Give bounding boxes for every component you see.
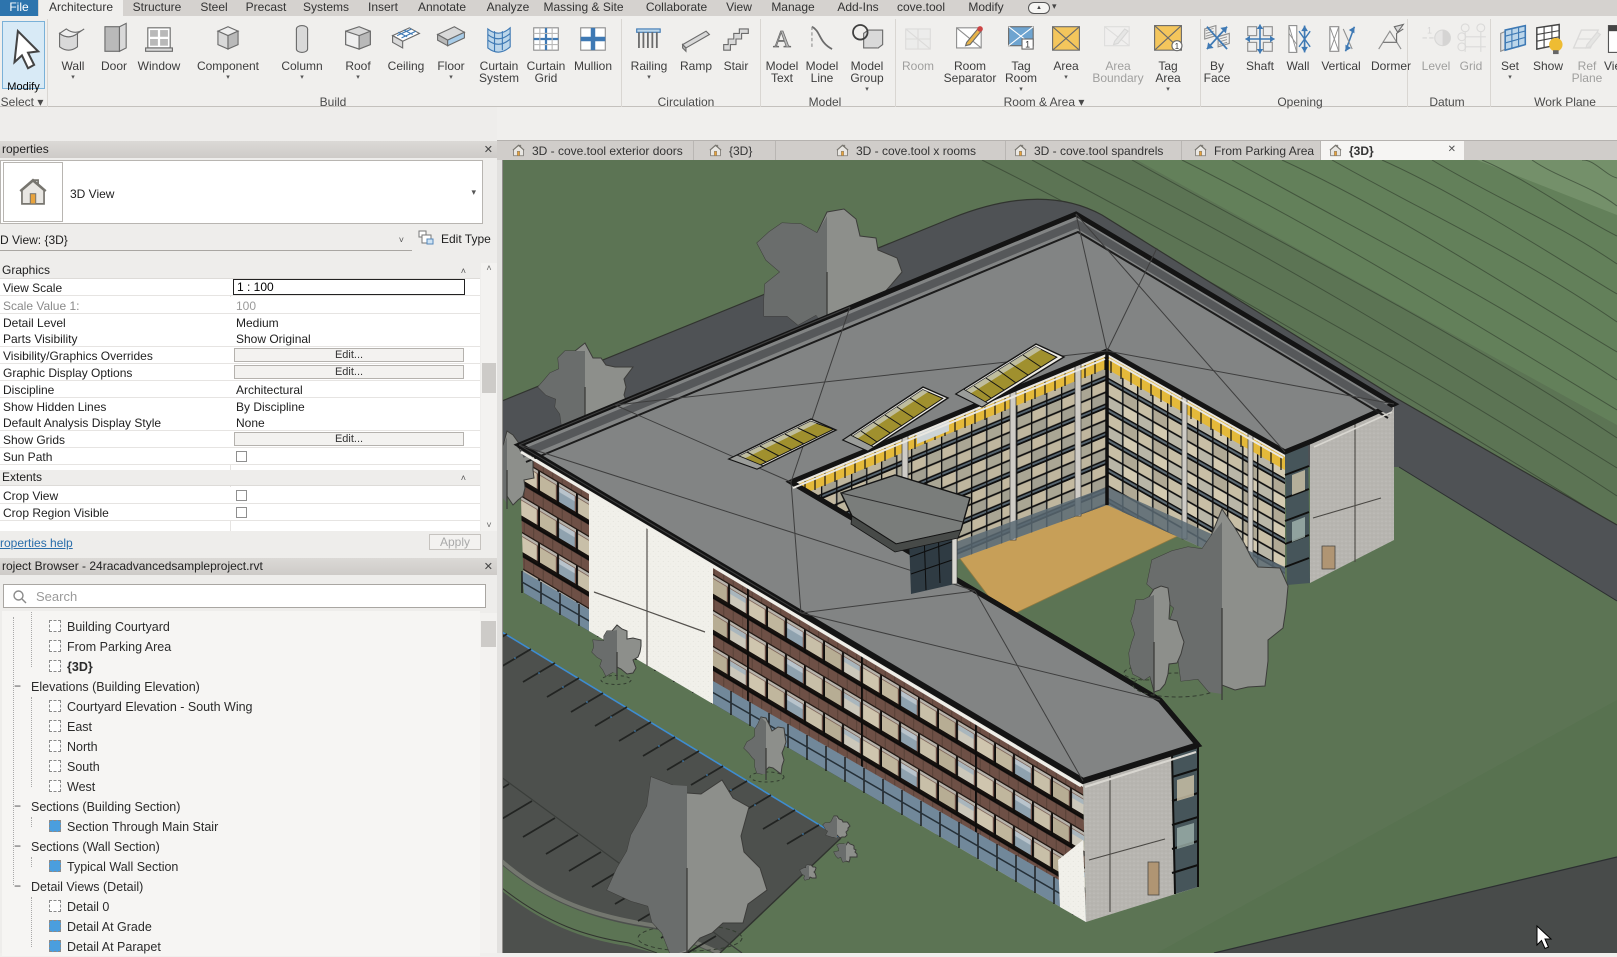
svg-text:1: 1	[1427, 25, 1432, 35]
svg-text:1: 1	[1175, 42, 1179, 51]
svg-text:1: 1	[1025, 39, 1030, 49]
svg-text:A: A	[773, 26, 791, 53]
